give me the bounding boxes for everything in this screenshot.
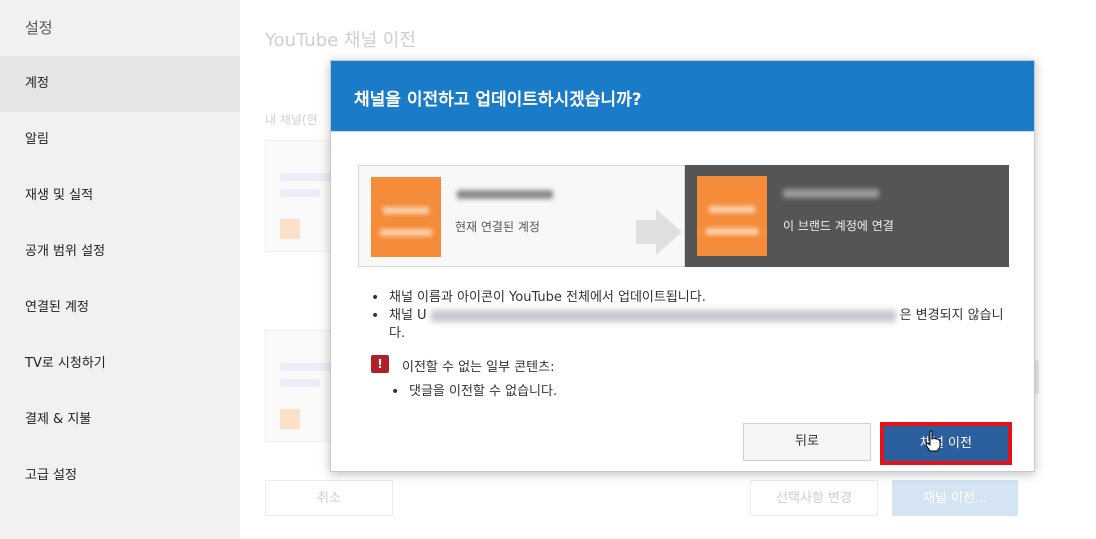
sidebar-item-billing[interactable]: 결제 & 지불: [0, 392, 240, 448]
target-account-name: [783, 189, 879, 198]
move-channel-page-button[interactable]: 채널 이전...: [892, 480, 1018, 516]
change-selection-button[interactable]: 선택사항 변경: [750, 480, 878, 516]
page-title: YouTube 채널 이전: [265, 30, 416, 51]
arrow-head-icon: [656, 209, 682, 255]
dialog-title: 채널을 이전하고 업데이트하시겠습니까?: [354, 90, 642, 110]
move-channel-dialog: 채널을 이전하고 업데이트하시겠습니까? 현재 연결된 계정 이 브랜드 계정에…: [330, 60, 1035, 472]
current-account-box: 현재 연결된 계정: [358, 165, 685, 267]
sidebar-item-account[interactable]: 계정: [0, 56, 240, 112]
channel-url-redacted: [430, 309, 896, 322]
move-channel-button[interactable]: 채널 이전: [884, 426, 1008, 461]
arrow-icon: [636, 220, 656, 244]
current-account-name: [457, 190, 553, 199]
sidebar-item-playback[interactable]: 재생 및 실적: [0, 168, 240, 224]
sidebar-title: 설정: [25, 19, 53, 37]
exclamation-icon: !: [371, 355, 389, 373]
back-button[interactable]: 뒤로: [743, 423, 871, 461]
list-item: 채널 이름과 아이콘이 YouTube 전체에서 업데이트됩니다.: [371, 289, 1011, 307]
current-account-caption: 현재 연결된 계정: [455, 220, 540, 234]
section-label: 내 채널(현: [265, 113, 318, 127]
list-item: 채널 U은 변경되지 않습니다.: [371, 307, 1011, 343]
sidebar-item-notifications[interactable]: 알림: [0, 112, 240, 168]
sidebar-item-privacy[interactable]: 공개 범위 설정: [0, 224, 240, 280]
comments-warning-item: 댓글을 이전할 수 없습니다.: [391, 383, 557, 401]
sidebar-item-advanced[interactable]: 고급 설정: [0, 448, 240, 504]
cancel-button[interactable]: 취소: [265, 480, 393, 516]
target-account-avatar: [697, 176, 767, 256]
sidebar-item-watch-on-tv[interactable]: TV로 시청하기: [0, 336, 240, 392]
target-account-box: 이 브랜드 계정에 연결: [685, 165, 1009, 267]
target-account-caption: 이 브랜드 계정에 연결: [783, 219, 894, 233]
consequence-list: 채널 이름과 아이콘이 YouTube 전체에서 업데이트됩니다. 채널 U은 …: [371, 289, 1011, 343]
sidebar-item-connected-accounts[interactable]: 연결된 계정: [0, 280, 240, 336]
current-account-avatar: [371, 177, 441, 257]
settings-sidebar: 설정 계정 알림 재생 및 실적 공개 범위 설정 연결된 계정 TV로 시청하…: [0, 0, 240, 539]
dialog-header: 채널을 이전하고 업데이트하시겠습니까?: [331, 61, 1034, 131]
divider: [331, 131, 1034, 132]
hand-cursor-icon: [925, 430, 941, 452]
warning-text: 이전할 수 없는 일부 콘텐츠:: [402, 360, 555, 375]
